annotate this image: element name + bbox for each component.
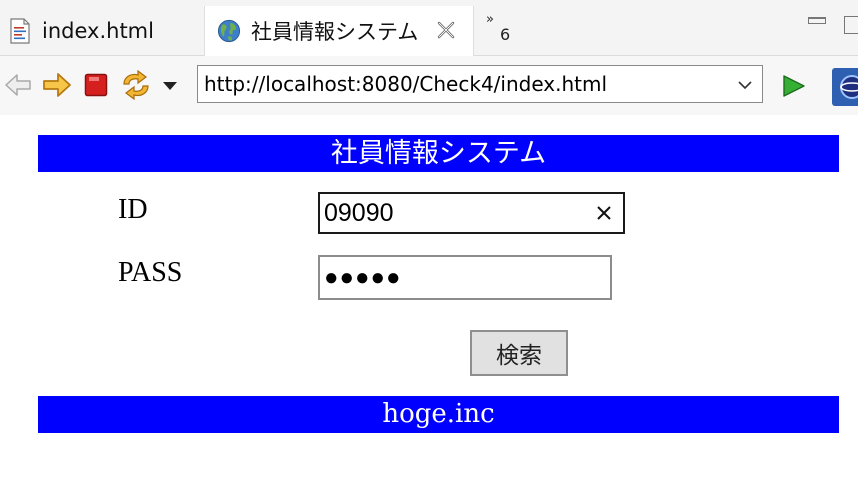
close-tab-icon[interactable]: [435, 19, 457, 41]
editor-tab-bar: index.html 社員情報システム » 6: [0, 0, 858, 56]
tab-label: index.html: [42, 18, 154, 43]
dropdown-triangle-icon[interactable]: [162, 81, 178, 91]
chevron-double-right-icon[interactable]: »: [486, 12, 494, 27]
password-input[interactable]: [320, 257, 605, 298]
browser-app-icon[interactable]: [832, 68, 858, 106]
address-bar[interactable]: [197, 65, 763, 103]
search-button[interactable]: 検索: [470, 330, 568, 376]
tab-employee-system[interactable]: 社員情報システム: [204, 6, 474, 56]
chevron-down-icon[interactable]: [736, 76, 754, 94]
back-arrow-icon[interactable]: [4, 72, 32, 98]
id-field[interactable]: [318, 192, 625, 234]
tab-label: 社員情報システム: [251, 20, 419, 44]
forward-arrow-icon[interactable]: [42, 72, 72, 98]
html-file-icon: [10, 17, 30, 44]
go-play-icon[interactable]: [781, 74, 807, 98]
page-header-banner: 社員情報システム: [38, 135, 839, 172]
globe-icon: [217, 19, 241, 43]
hidden-tab-count: 6: [500, 25, 511, 44]
password-field[interactable]: [318, 255, 612, 300]
maximize-icon[interactable]: [844, 16, 858, 34]
url-input[interactable]: [198, 66, 728, 102]
id-input[interactable]: [320, 194, 590, 232]
id-label: ID: [118, 194, 148, 225]
minimize-icon[interactable]: [808, 17, 826, 24]
footer-text: hoge.inc: [382, 399, 495, 429]
page-title: 社員情報システム: [330, 138, 547, 169]
clear-input-icon[interactable]: [595, 204, 613, 222]
refresh-icon[interactable]: [120, 70, 152, 100]
stop-icon[interactable]: [84, 73, 108, 97]
tab-index-html[interactable]: index.html: [0, 6, 204, 55]
browser-toolbar: [0, 56, 858, 115]
pass-label: PASS: [118, 257, 183, 288]
page-footer-banner: hoge.inc: [38, 396, 839, 433]
